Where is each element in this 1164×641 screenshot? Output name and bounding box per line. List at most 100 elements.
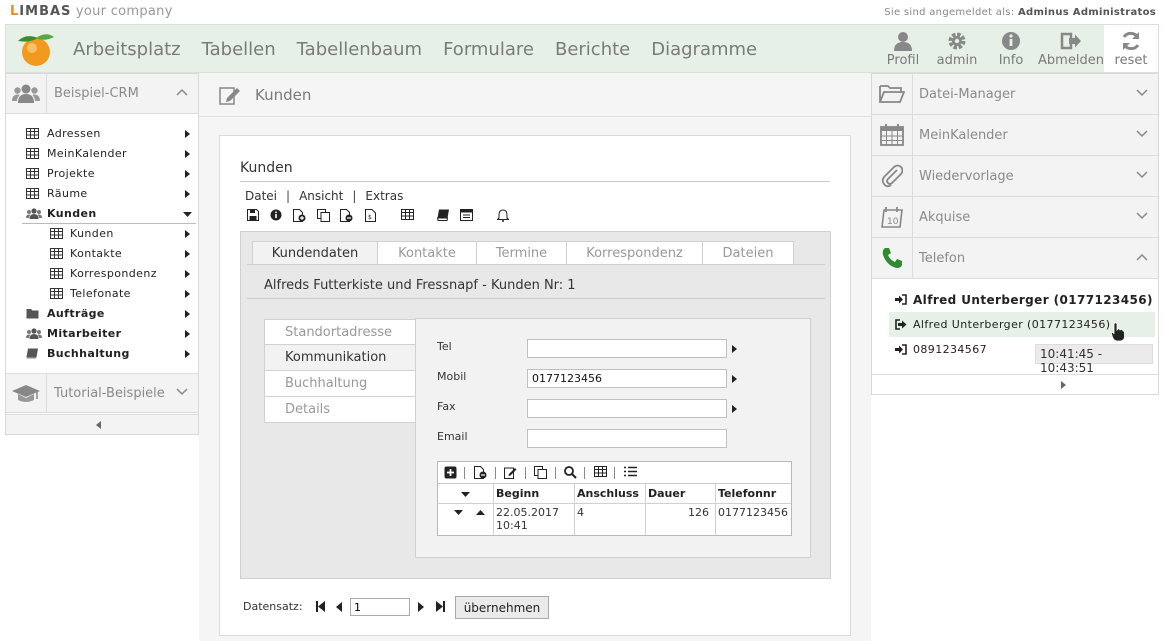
nav-tabellen[interactable]: Tabellen: [202, 39, 276, 60]
cell-anschluss[interactable]: 4: [575, 504, 646, 535]
cell-beginn[interactable]: 22.05.2017 10:41: [494, 504, 575, 535]
previous-record-icon[interactable]: [336, 602, 342, 612]
brand-tagline: your company: [71, 4, 173, 19]
tree-item-korrespondenz[interactable]: Korrespondenz: [22, 264, 196, 284]
tab-dateien[interactable]: Dateien: [702, 241, 794, 264]
column-header-telefonnr[interactable]: Telefonnr: [716, 484, 791, 504]
search-icon[interactable]: [564, 466, 577, 479]
delete-record-icon[interactable]: [340, 209, 353, 222]
table-icon: [50, 248, 63, 259]
form-view-icon[interactable]: [460, 209, 473, 221]
first-record-icon[interactable]: [316, 601, 325, 612]
uebernehmen-button[interactable]: übernehmen: [455, 596, 549, 619]
panel-meinkalender[interactable]: MeinKalender: [872, 115, 1158, 156]
nav-menu: Arbeitsplatz Tabellen Tabellenbaum Formu…: [73, 39, 778, 60]
tree-item-meinkalender[interactable]: MeinKalender: [22, 144, 196, 164]
chevron-down-icon: [1136, 171, 1148, 179]
caret-up-icon[interactable]: [476, 510, 485, 515]
tree-item-telefonate[interactable]: Telefonate: [22, 284, 196, 304]
table-view-icon[interactable]: [401, 209, 414, 220]
call-item[interactable]: Alfred Unterberger (0177123456): [889, 287, 1155, 312]
table-view-icon[interactable]: [594, 466, 607, 477]
panel-wiedervorlage-title: Wiedervorlage: [919, 169, 1014, 184]
info-icon[interactable]: [270, 209, 282, 221]
menu-extras[interactable]: Extras: [365, 189, 403, 203]
sidebar-collapse-bar[interactable]: [6, 414, 198, 434]
caret-right-icon[interactable]: [732, 375, 737, 383]
save-icon[interactable]: [247, 209, 259, 221]
last-record-icon[interactable]: [436, 601, 445, 612]
group-tutorial-beispiele[interactable]: Tutorial-Beispiele: [6, 373, 198, 413]
nav-berichte[interactable]: Berichte: [555, 39, 630, 60]
brand: LIMBAS your company: [10, 4, 173, 19]
fax-input[interactable]: [527, 399, 727, 418]
add-icon[interactable]: [444, 466, 457, 479]
menu-datei[interactable]: Datei: [245, 189, 277, 203]
profil-button[interactable]: Profil: [876, 25, 930, 72]
panel-wiedervorlage[interactable]: Wiedervorlage: [872, 156, 1158, 197]
group-beispiel-crm[interactable]: Beispiel-CRM: [6, 74, 198, 114]
next-record-icon[interactable]: [418, 602, 424, 612]
record-number-input[interactable]: [350, 598, 410, 616]
tree-item-auftraege[interactable]: Aufträge: [22, 304, 196, 324]
reset-button[interactable]: reset: [1104, 25, 1158, 72]
book-icon[interactable]: [437, 209, 450, 221]
tree-item-buchhaltung[interactable]: Buchhaltung: [22, 344, 196, 364]
nav-diagramme[interactable]: Diagramme: [651, 39, 757, 60]
tab-termine[interactable]: Termine: [476, 241, 567, 264]
subtab-kommunikation[interactable]: Kommunikation: [264, 345, 416, 371]
mobil-input[interactable]: [527, 369, 727, 388]
sort-column-header[interactable]: [438, 484, 494, 504]
cell-telefonnr[interactable]: 0177123456: [716, 504, 791, 535]
tree-item-raeume[interactable]: Räume: [22, 184, 196, 204]
menu-ansicht[interactable]: Ansicht: [299, 189, 343, 203]
panel-telefon-title: Telefon: [919, 251, 966, 266]
admin-button[interactable]: admin: [930, 25, 984, 72]
column-header-anschluss[interactable]: Anschluss: [575, 484, 646, 504]
table-tree: Adressen MeinKalender Projekte Räume Kun…: [22, 124, 196, 364]
panel-akquise[interactable]: 10 Akquise: [872, 197, 1158, 238]
tree-item-mitarbeiter[interactable]: Mitarbeiter: [22, 324, 196, 344]
nav-arbeitsplatz[interactable]: Arbeitsplatz: [73, 39, 181, 60]
incoming-call-icon: [895, 344, 907, 355]
telefonate-subtable: Beginn Anschluss Dauer Telefonnr 22.05.2…: [437, 461, 792, 536]
delete-record-icon[interactable]: [474, 466, 487, 479]
email-input[interactable]: [527, 429, 727, 448]
panel-datei-manager[interactable]: Datei-Manager: [872, 74, 1158, 115]
edit-icon[interactable]: [504, 466, 517, 479]
panel-telefon[interactable]: Telefon: [872, 238, 1158, 279]
subtab-buchhaltung[interactable]: Buchhaltung: [264, 371, 416, 397]
column-header-dauer[interactable]: Dauer: [646, 484, 716, 504]
report-icon[interactable]: $: [365, 209, 376, 222]
abmelden-button[interactable]: Abmelden: [1038, 25, 1104, 72]
panel-collapse-bar[interactable]: [872, 374, 1158, 394]
caret-down-icon[interactable]: [454, 510, 463, 515]
subtab-standortadresse[interactable]: Standortadresse: [264, 319, 416, 345]
column-header-beginn[interactable]: Beginn: [494, 484, 575, 504]
subtab-details[interactable]: Details: [264, 397, 416, 423]
tab-kundendaten[interactable]: Kundendaten: [252, 241, 378, 264]
cell-dauer[interactable]: 126: [646, 504, 716, 535]
tree-item-adressen[interactable]: Adressen: [22, 124, 196, 144]
tree-item-kunden-sub[interactable]: Kunden: [22, 224, 196, 244]
nav-formulare[interactable]: Formulare: [443, 39, 534, 60]
phone-icon: [872, 238, 913, 278]
tree-item-kontakte[interactable]: Kontakte: [22, 244, 196, 264]
nav-tabellenbaum[interactable]: Tabellenbaum: [297, 39, 422, 60]
tree-item-kunden[interactable]: Kunden: [22, 204, 196, 224]
copy-icon[interactable]: [317, 209, 330, 222]
tree-item-projekte[interactable]: Projekte: [22, 164, 196, 184]
bell-icon[interactable]: [497, 209, 509, 222]
limbas-logo-icon[interactable]: [12, 31, 58, 67]
copy-icon[interactable]: [534, 466, 547, 479]
tab-kontakte[interactable]: Kontakte: [377, 241, 477, 264]
chevron-down-icon: [176, 388, 188, 396]
caret-right-icon[interactable]: [732, 405, 737, 413]
new-record-icon[interactable]: [293, 209, 306, 222]
list-icon[interactable]: [624, 466, 637, 477]
tel-input[interactable]: [527, 339, 727, 358]
tab-korrespondenz[interactable]: Korrespondenz: [566, 241, 703, 264]
info-button[interactable]: Info: [984, 25, 1038, 72]
chevron-down-icon: [1136, 130, 1148, 138]
caret-right-icon[interactable]: [732, 345, 737, 353]
